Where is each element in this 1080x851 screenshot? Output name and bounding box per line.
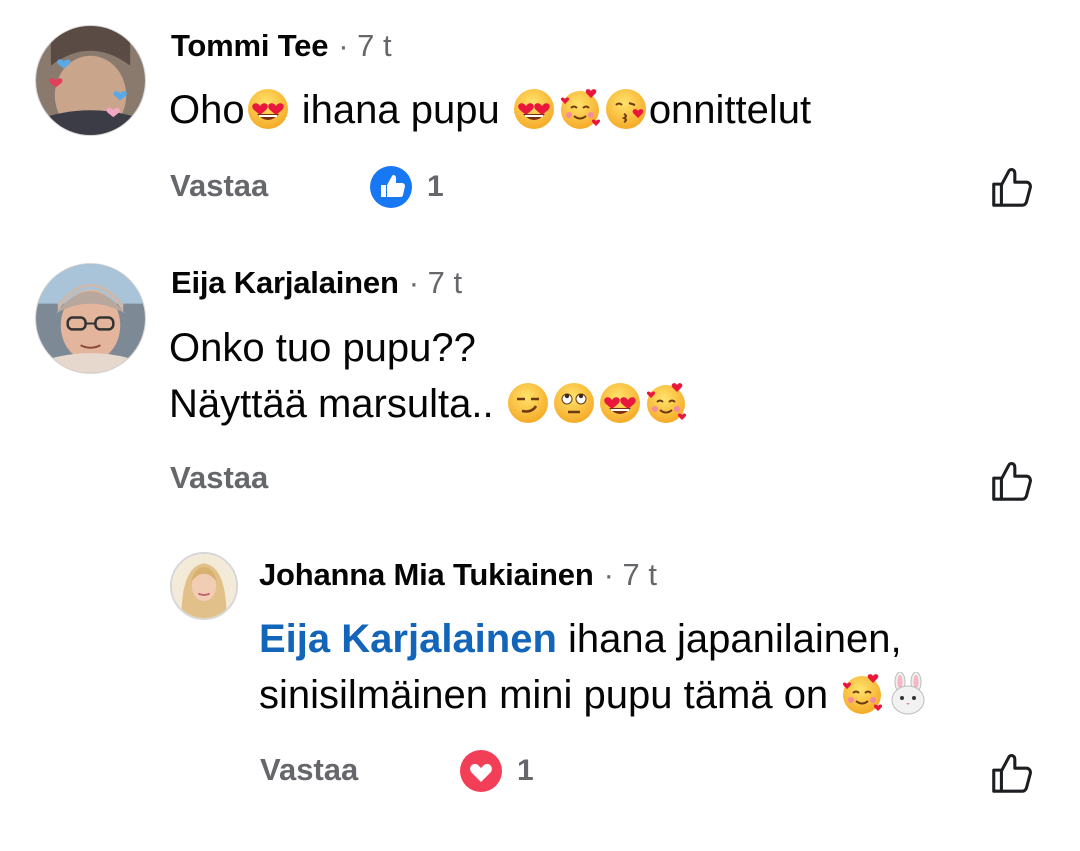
mention-link[interactable]: Eija Karjalainen <box>259 617 557 661</box>
comment-time: · 7 t <box>408 265 463 300</box>
reply-button[interactable]: Vastaa <box>170 460 268 495</box>
comment-author[interactable]: Tommi Tee <box>171 28 328 63</box>
like-reaction-icon <box>370 166 412 208</box>
heart-eyes-emoji <box>598 381 642 425</box>
thumbs-up-icon <box>988 750 1034 796</box>
comment-text: Onko tuo pupu?? Näyttää marsulta.. <box>169 320 689 432</box>
comment-text: Oho ihana pupu onnittelut <box>169 87 812 132</box>
reaction-count: 1 <box>427 170 444 203</box>
comment-author[interactable]: Johanna Mia Tukiainen <box>259 557 594 592</box>
smirk-emoji <box>506 381 550 425</box>
reaction-count: 1 <box>517 754 534 787</box>
heart-eyes-emoji <box>246 87 290 131</box>
thumbs-up-icon <box>988 458 1034 504</box>
thumbs-up-icon <box>988 164 1034 210</box>
eye-roll-emoji <box>552 381 596 425</box>
reaction-summary[interactable]: 1 <box>459 749 534 793</box>
love-reaction-icon <box>460 750 502 792</box>
comment-author[interactable]: Eija Karjalainen <box>171 265 399 300</box>
avatar[interactable] <box>170 552 238 620</box>
like-button[interactable] <box>988 750 1034 796</box>
heart-eyes-emoji <box>512 87 556 131</box>
reply-button[interactable]: Vastaa <box>260 752 358 787</box>
smiling-hearts-emoji <box>558 87 602 131</box>
avatar[interactable] <box>35 25 146 136</box>
comment-time: · 7 t <box>338 28 392 63</box>
smiling-hearts-emoji <box>644 381 688 425</box>
comment-text: Eija Karjalainen ihana japanilainen, sin… <box>259 611 931 723</box>
rabbit-face-emoji <box>886 672 930 716</box>
avatar[interactable] <box>35 263 146 374</box>
kissing-heart-emoji <box>604 87 648 131</box>
comment-time: · 7 t <box>603 557 657 592</box>
like-button[interactable] <box>988 164 1034 210</box>
reaction-summary[interactable]: 1 <box>369 165 444 209</box>
reply-button[interactable]: Vastaa <box>170 168 268 203</box>
smiling-hearts-emoji <box>840 672 884 716</box>
like-button[interactable] <box>988 458 1034 504</box>
